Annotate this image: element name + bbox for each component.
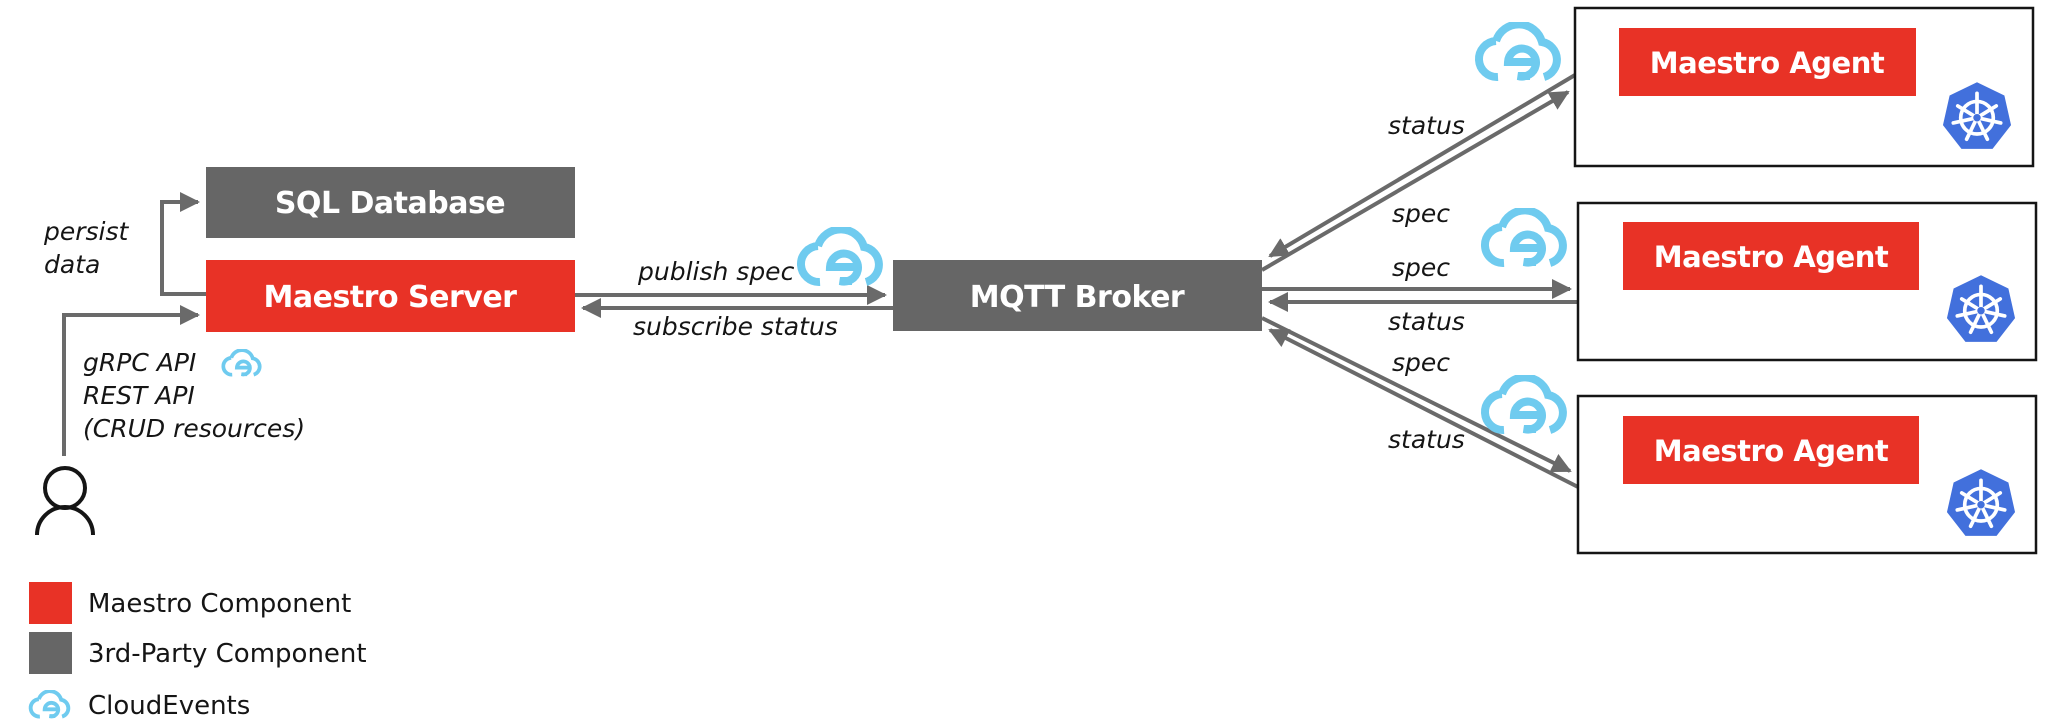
agent-cluster-3[interactable]: Maestro Agent — [1576, 394, 2038, 555]
legend-item-maestro: Maestro Component — [29, 582, 351, 624]
maestro-agent-label: Maestro Agent — [1654, 240, 1889, 274]
maestro-server-box[interactable]: Maestro Server — [206, 260, 575, 332]
maestro-agent-label: Maestro Agent — [1650, 46, 1885, 80]
maestro-agent-label: Maestro Agent — [1654, 434, 1889, 468]
legend: Maestro Component 3rd-Party Component Cl… — [28, 582, 367, 721]
cloudevents-icon — [1479, 24, 1557, 77]
legend-swatch-third-party — [29, 632, 72, 674]
publish-spec-label: publish spec — [637, 257, 795, 286]
mqtt-broker-box[interactable]: MQTT Broker — [893, 260, 1262, 331]
cloudevents-icon — [221, 349, 262, 377]
legend-swatch-maestro — [29, 582, 72, 624]
persist-label-line2: data — [44, 250, 100, 279]
cloudevents-icon — [1485, 210, 1563, 263]
cloudevents-icon — [1485, 377, 1563, 430]
persist-data-connector — [160, 192, 206, 296]
legend-label-cloudevents: CloudEvents — [88, 691, 250, 721]
cloudevents-icon — [28, 690, 71, 719]
sql-database-box[interactable]: SQL Database — [206, 167, 575, 238]
persist-label-line1: persist — [43, 217, 130, 246]
subscribe-status-label: subscribe status — [633, 312, 838, 341]
agent1-status-arrow — [1268, 73, 1577, 258]
mqtt-broker-label: MQTT Broker — [970, 280, 1185, 315]
legend-item-third-party: 3rd-Party Component — [29, 632, 367, 674]
agent2-spec-label: spec — [1392, 253, 1450, 282]
maestro-server-label: Maestro Server — [264, 280, 518, 315]
sql-database-label: SQL Database — [275, 186, 505, 221]
cloudevents-icon — [801, 229, 879, 282]
agent3-status-label: status — [1388, 425, 1465, 454]
agent1-status-label: status — [1388, 111, 1465, 140]
agent-cluster-2[interactable]: Maestro Agent — [1576, 201, 2038, 362]
architecture-diagram: persist data SQL Database Maestro Server… — [28, 6, 2038, 721]
api-label-rest: REST API — [83, 381, 195, 410]
legend-label-maestro: Maestro Component — [88, 589, 351, 619]
legend-label-third-party: 3rd-Party Component — [88, 639, 367, 669]
agent1-spec-label: spec — [1392, 199, 1450, 228]
agent-cluster-1[interactable]: Maestro Agent — [1573, 6, 2035, 168]
user-icon — [35, 466, 95, 536]
agent2-status-label: status — [1388, 307, 1465, 336]
legend-item-cloudevents: CloudEvents — [28, 690, 250, 721]
api-label-grpc: gRPC API — [83, 348, 196, 377]
api-label-crud: (CRUD resources) — [83, 414, 305, 443]
agent3-spec-label: spec — [1392, 348, 1450, 377]
